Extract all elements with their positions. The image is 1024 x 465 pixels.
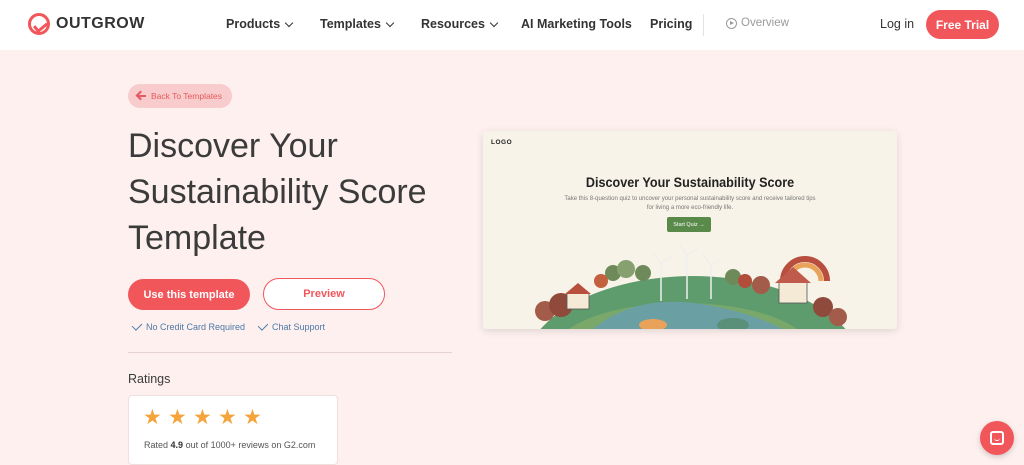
rating-prefix: Rated (144, 440, 169, 450)
star-icon: ★ (168, 406, 187, 429)
outgrow-logo-icon (28, 13, 50, 35)
page-title: Discover Your Sustainability Score Templ… (128, 127, 427, 257)
star-icon: ★ (218, 406, 237, 429)
feature-label: Chat Support (272, 322, 326, 332)
chat-icon (990, 431, 1004, 445)
chevron-down-icon (489, 18, 499, 27)
eco-globe-illustration (535, 244, 847, 329)
star-icon: ★ (143, 406, 162, 429)
nav-resources-label: Resources (421, 17, 485, 31)
chevron-down-icon (284, 18, 294, 27)
star-icon: ★ (243, 406, 262, 429)
check-icon (131, 320, 143, 331)
nav-pricing[interactable]: Pricing (650, 17, 692, 31)
star-icon: ★ (193, 406, 212, 429)
rating-score: 4.9 (170, 440, 184, 450)
nav-divider (703, 14, 704, 36)
preview-subtitle: Take this 8-question quiz to uncover you… (564, 196, 816, 211)
preview-button[interactable]: Preview (263, 278, 385, 310)
nav-products[interactable]: Products (226, 17, 294, 31)
overview-label: Overview (741, 17, 789, 29)
feature-no-credit-card: No Credit Card Required (131, 320, 246, 332)
ratings-heading: Ratings (128, 372, 171, 386)
preview-logo: LOGO (491, 139, 513, 146)
preview-start-quiz-button: Start Quiz → (667, 217, 711, 232)
nav-pricing-label: Pricing (650, 17, 693, 31)
star-rating: ★ ★ ★ ★ ★ (143, 406, 262, 429)
chevron-down-icon (385, 18, 395, 27)
feature-label: No Credit Card Required (146, 322, 246, 332)
nav-templates[interactable]: Templates (320, 17, 395, 31)
brand-name: OUTGROW (56, 15, 145, 32)
back-to-templates-button[interactable]: Back To Templates (128, 84, 233, 108)
nav-templates-label: Templates (320, 17, 381, 31)
rating-summary: Rated 4.9 out of 1000+ reviews on G2.com (144, 440, 315, 450)
rating-card: ★ ★ ★ ★ ★ Rated 4.9 out of 1000+ reviews… (128, 395, 338, 465)
chat-launcher-button[interactable] (980, 421, 1014, 455)
preview-title: Discover Your Sustainability Score (585, 174, 795, 190)
nav-resources[interactable]: Resources (421, 17, 499, 31)
back-to-templates-label: Back To Templates (151, 91, 223, 101)
check-icon (257, 320, 269, 331)
section-divider (128, 352, 452, 353)
nav-products-label: Products (226, 17, 281, 31)
template-preview-card[interactable]: LOGO Discover Your Sustainability Score … (483, 131, 897, 329)
brand-logo[interactable]: OUTGROW (28, 13, 145, 35)
nav-ai-marketing-tools-label: AI Marketing Tools (521, 17, 632, 31)
top-navbar: OUTGROW Products Templates Resources AI … (0, 0, 1024, 50)
overview-link[interactable]: Overview (726, 17, 789, 29)
arrow-left-icon (138, 95, 146, 97)
nav-ai-marketing-tools[interactable]: AI Marketing Tools (521, 17, 632, 31)
feature-chat-support: Chat Support (257, 320, 326, 332)
free-trial-button[interactable]: Free Trial (926, 10, 999, 39)
login-link[interactable]: Log in (880, 17, 914, 31)
rating-suffix: out of 1000+ reviews on G2.com (185, 440, 316, 450)
play-circle-icon (726, 17, 737, 29)
use-template-button[interactable]: Use this template (128, 279, 250, 310)
